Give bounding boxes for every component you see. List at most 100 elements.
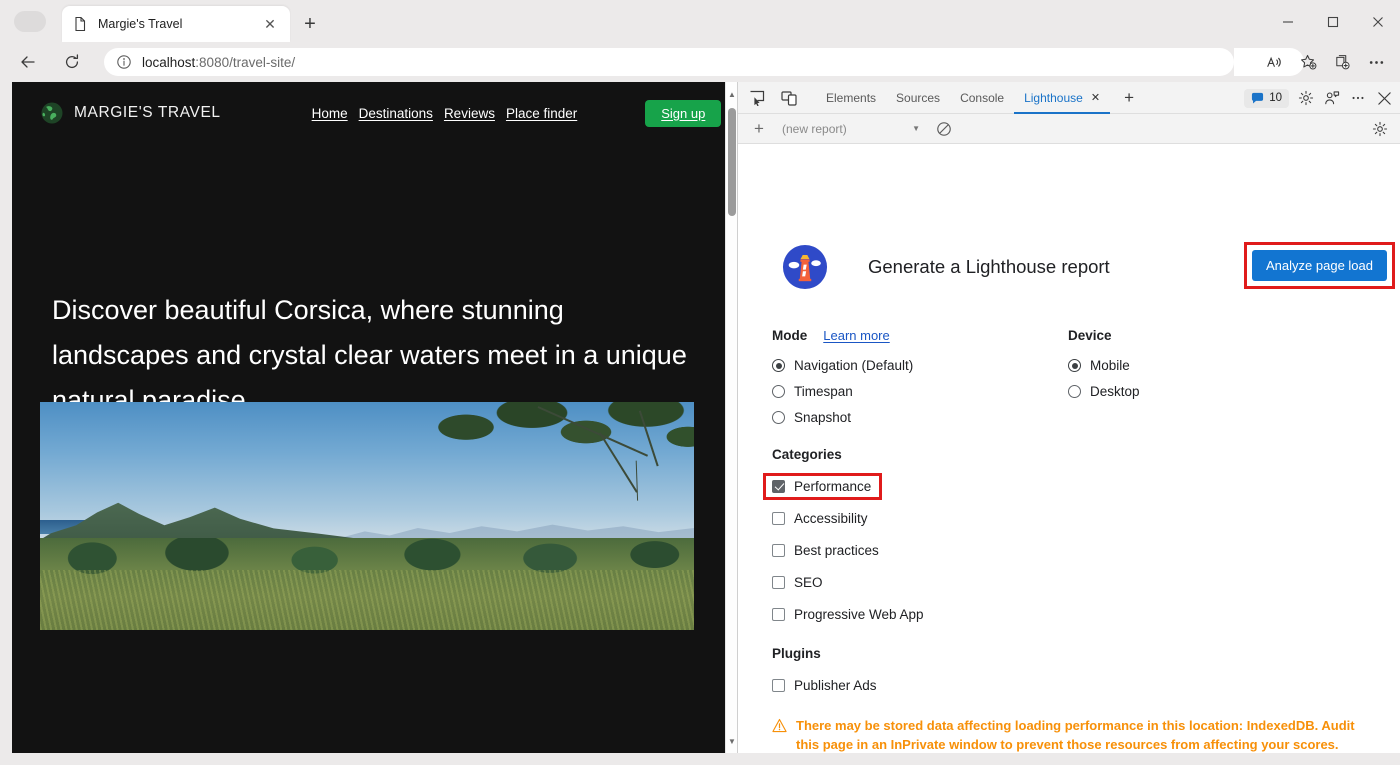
settings-gear-icon[interactable] <box>1293 85 1319 111</box>
nav-link-place-finder[interactable]: Place finder <box>506 106 577 121</box>
nav-link-destinations[interactable]: Destinations <box>359 106 433 121</box>
plugins-section: Plugins Publisher Ads <box>772 646 877 701</box>
devtools-tabbar-actions: 10 <box>1244 82 1397 114</box>
settings-more-icon[interactable] <box>1360 46 1392 78</box>
plugins-title: Plugins <box>772 646 877 661</box>
radio-timespan[interactable] <box>772 385 785 398</box>
category-pwa[interactable]: Progressive Web App <box>772 598 1192 630</box>
category-seo[interactable]: SEO <box>772 566 1192 598</box>
scroll-down-icon[interactable]: ▼ <box>726 733 737 749</box>
mode-option-navigation[interactable]: Navigation (Default) <box>772 353 1102 378</box>
close-devtools-icon[interactable] <box>1371 85 1397 111</box>
close-tab-icon[interactable]: ✕ <box>260 14 280 34</box>
analyze-button-highlight: Analyze page load <box>1244 242 1395 289</box>
chat-bubble-icon <box>1251 92 1264 105</box>
checkbox-accessibility[interactable] <box>772 512 785 525</box>
category-performance-row: Performance <box>772 470 1192 502</box>
mode-option-navigation-label: Navigation (Default) <box>794 358 913 373</box>
maximize-window-button[interactable] <box>1310 8 1355 36</box>
mode-option-timespan[interactable]: Timespan <box>772 379 1102 404</box>
lighthouse-settings-icon[interactable] <box>1367 116 1393 142</box>
plugin-publisher-ads-label: Publisher Ads <box>794 678 877 693</box>
read-aloud-icon[interactable] <box>1258 46 1290 78</box>
inspect-element-icon[interactable] <box>744 85 770 111</box>
checkbox-performance[interactable] <box>772 480 785 493</box>
radio-snapshot[interactable] <box>772 411 785 424</box>
category-best-practices-label: Best practices <box>794 543 879 558</box>
report-select-value: (new report) <box>782 122 847 136</box>
device-option-desktop[interactable]: Desktop <box>1068 379 1368 404</box>
lighthouse-toolbar: + (new report) ▼ <box>738 114 1400 144</box>
page-scrollbar[interactable]: ▲ ▼ <box>725 82 737 753</box>
radio-desktop[interactable] <box>1068 385 1081 398</box>
mode-option-snapshot[interactable]: Snapshot <box>772 405 1102 430</box>
address-bar[interactable]: localhost:8080/travel-site/ <box>104 48 1234 76</box>
collections-icon[interactable] <box>1326 46 1358 78</box>
more-options-icon[interactable] <box>1345 85 1371 111</box>
lighthouse-title: Generate a Lighthouse report <box>868 256 1110 278</box>
radio-mobile[interactable] <box>1068 359 1081 372</box>
device-option-mobile-label: Mobile <box>1090 358 1130 373</box>
category-accessibility-label: Accessibility <box>794 511 868 526</box>
scroll-up-icon[interactable]: ▲ <box>726 86 737 102</box>
tab-console-label: Console <box>960 91 1004 105</box>
device-header: Device <box>1068 328 1368 343</box>
checkbox-best-practices[interactable] <box>772 544 785 557</box>
category-performance-label: Performance <box>794 479 871 494</box>
mode-title: Mode <box>772 328 807 343</box>
category-accessibility[interactable]: Accessibility <box>772 502 1192 534</box>
page-scrollbar-thumb[interactable] <box>728 108 736 216</box>
profile-button[interactable] <box>14 11 46 32</box>
report-select[interactable]: (new report) ▼ <box>776 118 926 140</box>
page-viewport: MARGIE'S TRAVEL Home Destinations Review… <box>12 82 737 753</box>
tab-elements-label: Elements <box>826 91 876 105</box>
tab-elements[interactable]: Elements <box>816 82 886 114</box>
radio-navigation[interactable] <box>772 359 785 372</box>
checkbox-publisher-ads[interactable] <box>772 679 785 692</box>
checkbox-pwa[interactable] <box>772 608 785 621</box>
category-pwa-label: Progressive Web App <box>794 607 924 622</box>
reload-icon[interactable] <box>56 46 88 78</box>
back-icon[interactable] <box>12 46 44 78</box>
browser-tab[interactable]: Margie's Travel ✕ <box>62 6 290 42</box>
stored-data-warning-text: There may be stored data affecting loadi… <box>796 716 1372 754</box>
category-best-practices[interactable]: Best practices <box>772 534 1192 566</box>
mode-option-timespan-label: Timespan <box>794 384 853 399</box>
browser-window: Margie's Travel ✕ + localhost:8080/trave… <box>0 0 1400 765</box>
message-count-badge[interactable]: 10 <box>1244 89 1289 108</box>
feedback-icon[interactable] <box>1319 85 1345 111</box>
site-logo[interactable]: MARGIE'S TRAVEL <box>40 101 221 125</box>
nav-link-reviews[interactable]: Reviews <box>444 106 495 121</box>
checkbox-seo[interactable] <box>772 576 785 589</box>
add-panel-button[interactable]: + <box>1118 87 1140 109</box>
info-icon <box>116 54 132 70</box>
new-tab-button[interactable]: + <box>298 12 322 36</box>
browser-actions <box>1258 46 1392 78</box>
lighthouse-header: Generate a Lighthouse report <box>782 244 1110 290</box>
site-header: MARGIE'S TRAVEL Home Destinations Review… <box>12 82 725 144</box>
site-logo-text: MARGIE'S TRAVEL <box>74 104 221 122</box>
hero-image <box>40 402 694 630</box>
tab-title: Margie's Travel <box>98 17 260 31</box>
plugin-publisher-ads[interactable]: Publisher Ads <box>772 669 877 701</box>
address-bar-url: localhost:8080/travel-site/ <box>142 55 295 70</box>
url-path: :8080/travel-site/ <box>195 55 295 70</box>
analyze-page-load-button[interactable]: Analyze page load <box>1252 250 1387 281</box>
device-title: Device <box>1068 328 1112 343</box>
categories-title: Categories <box>772 447 1192 462</box>
tab-console[interactable]: Console <box>950 82 1014 114</box>
minimize-window-button[interactable] <box>1265 8 1310 36</box>
signup-button[interactable]: Sign up <box>645 100 721 127</box>
new-report-button[interactable]: + <box>746 116 772 142</box>
tab-sources[interactable]: Sources <box>886 82 950 114</box>
favorites-icon[interactable] <box>1292 46 1324 78</box>
tab-lighthouse[interactable]: Lighthouse ✕ <box>1014 82 1110 114</box>
device-toolbar-icon[interactable] <box>776 85 802 111</box>
clear-icon[interactable] <box>932 117 956 141</box>
close-lighthouse-tab-icon[interactable]: ✕ <box>1091 91 1100 104</box>
learn-more-link[interactable]: Learn more <box>823 328 889 343</box>
device-option-mobile[interactable]: Mobile <box>1068 353 1368 378</box>
devtools-tabs: Elements Sources Console Lighthouse ✕ + <box>816 82 1140 114</box>
nav-link-home[interactable]: Home <box>312 106 348 121</box>
close-window-button[interactable] <box>1355 8 1400 36</box>
